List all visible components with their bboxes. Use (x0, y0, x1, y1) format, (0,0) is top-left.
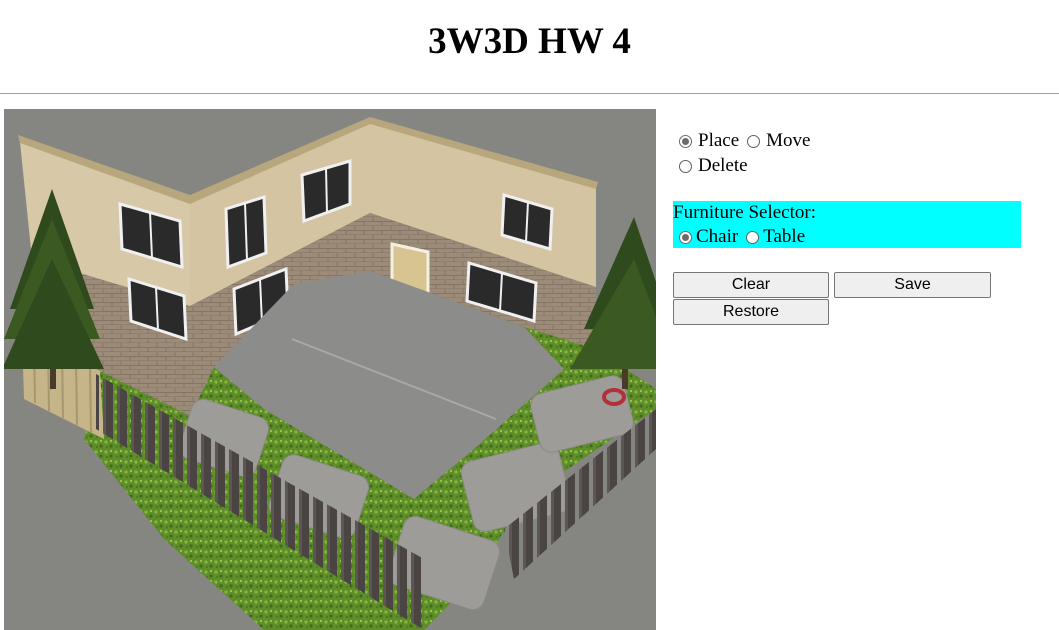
mode-place-label[interactable]: Place (698, 130, 739, 152)
mode-place-radio[interactable] (679, 134, 692, 148)
page-title: 3W3D HW 4 (428, 21, 631, 62)
header-divider (0, 93, 1059, 94)
save-button[interactable]: Save (834, 272, 991, 298)
furniture-table-radio[interactable] (746, 230, 760, 244)
furniture-selector: Furniture Selector: Chair Table (673, 201, 1021, 248)
restore-button[interactable]: Restore (673, 299, 829, 325)
mode-delete-radio[interactable] (679, 159, 692, 173)
3d-scene-canvas[interactable] (4, 109, 656, 630)
mode-move-radio[interactable] (747, 134, 761, 148)
mode-delete-label[interactable]: Delete (698, 155, 748, 177)
furniture-selector-title: Furniture Selector: (673, 202, 816, 223)
furniture-chair-label[interactable]: Chair (696, 226, 738, 248)
clear-button[interactable]: Clear (673, 272, 829, 298)
mode-move-label[interactable]: Move (766, 130, 810, 152)
furniture-table-label[interactable]: Table (763, 226, 805, 248)
furniture-chair-radio[interactable] (679, 230, 692, 244)
